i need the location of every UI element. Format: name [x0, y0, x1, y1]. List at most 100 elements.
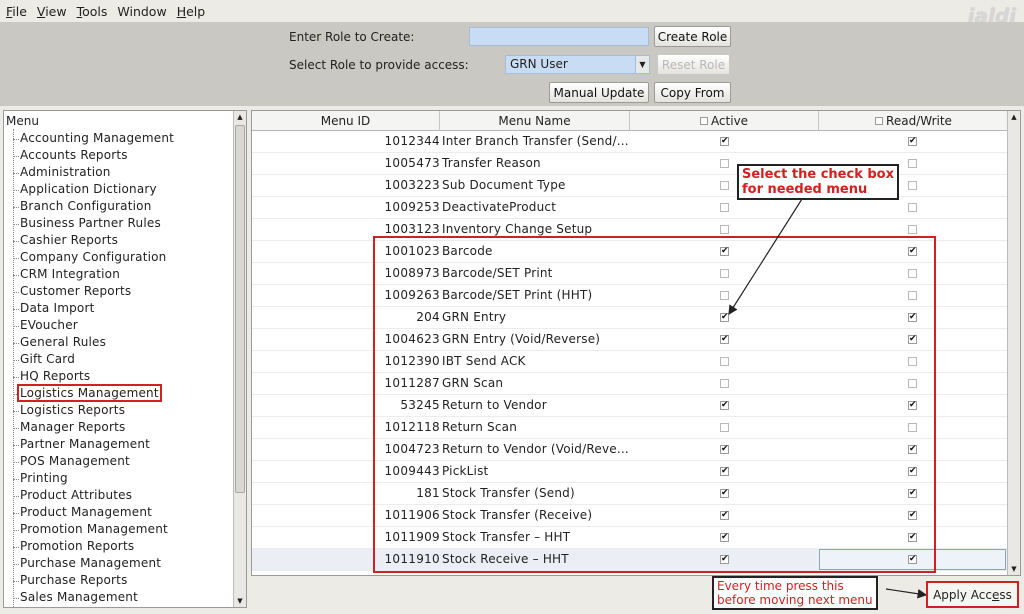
tree-connector — [13, 156, 19, 157]
manual-update-button[interactable]: Manual Update — [549, 82, 649, 103]
menu-name-cell: Inter Branch Transfer (Send/... — [442, 134, 629, 148]
menu-tree-panel: Menu Accounting Management Accounts Repor… — [3, 110, 247, 608]
role-select[interactable]: GRN User ▼ — [505, 55, 650, 74]
tree-connector — [13, 564, 19, 565]
read-write-header-label: Read/Write — [886, 114, 952, 128]
tree-connector — [13, 139, 19, 140]
tree-connector — [13, 309, 19, 310]
menu-tree-item[interactable]: Logistics Reports — [20, 403, 125, 417]
tree-connector — [13, 411, 19, 412]
tree-connector — [13, 479, 19, 480]
active-checkbox[interactable] — [720, 203, 729, 212]
menu-tree-item[interactable]: Sales Management — [20, 590, 138, 604]
active-checkbox[interactable] — [720, 225, 729, 234]
scroll-up-icon[interactable]: ▲ — [1008, 111, 1020, 123]
callout-line: Every time press this — [717, 579, 844, 593]
menu-file[interactable]: File — [6, 4, 27, 19]
menu-tree-item[interactable]: Gift Card — [20, 352, 75, 366]
table-row[interactable]: 1009253 DeactivateProduct — [252, 197, 1008, 219]
menu-tree-item[interactable]: Manager Reports — [20, 420, 125, 434]
read-write-checkbox[interactable] — [908, 159, 917, 168]
menu-tree-item[interactable]: HQ Reports — [20, 369, 90, 383]
menu-tree-item[interactable]: Accounts Reports — [20, 148, 128, 162]
menu-tree-item[interactable]: CRM Integration — [20, 267, 120, 281]
tree-connector — [13, 462, 19, 463]
menu-tree-scrollbar[interactable]: ▲ ▼ — [233, 111, 246, 607]
menu-tree-item[interactable]: Product Management — [20, 505, 152, 519]
read-write-checkbox[interactable] — [908, 203, 917, 212]
active-select-all-checkbox[interactable] — [699, 117, 708, 125]
scroll-up-icon[interactable]: ▲ — [234, 111, 246, 123]
menu-window[interactable]: Window — [117, 4, 166, 19]
active-checkbox[interactable] — [720, 159, 729, 168]
menu-name-cell: Transfer Reason — [442, 156, 541, 170]
scroll-thumb[interactable] — [235, 125, 245, 493]
create-role-button[interactable]: Create Role — [654, 26, 731, 47]
tree-connector — [13, 190, 19, 191]
menu-tree-item[interactable]: Product Attributes — [20, 488, 132, 502]
read-write-checkbox[interactable] — [908, 225, 917, 234]
menu-id-header[interactable]: Menu ID — [252, 111, 440, 131]
apply-access-label-mnemonic: e — [991, 587, 1000, 602]
menu-tree-item[interactable]: Application Dictionary — [20, 182, 157, 196]
menu-tree-item[interactable]: Purchase Management — [20, 556, 161, 570]
tree-connector — [13, 360, 19, 361]
menu-id-cell: 1005473 — [384, 156, 440, 170]
active-checkbox[interactable] — [720, 181, 729, 190]
table-scrollbar-track[interactable]: ▲ ▼ — [1007, 111, 1020, 575]
menu-tree-root[interactable]: Menu — [6, 114, 39, 128]
menu-tree-item[interactable]: Purchase Reports — [20, 573, 128, 587]
tree-connector — [13, 326, 19, 327]
menu-tree-item[interactable]: General Rules — [20, 335, 106, 349]
tree-connector — [13, 530, 19, 531]
menu-tree-item[interactable]: Partner Management — [20, 437, 150, 451]
enter-role-label: Enter Role to Create: — [289, 30, 415, 44]
tree-connector — [13, 207, 19, 208]
menu-tree-item[interactable]: Business Partner Rules — [20, 216, 161, 230]
read-write-select-all-checkbox[interactable] — [875, 117, 884, 125]
menu-tree-item[interactable]: Cashier Reports — [20, 233, 118, 247]
tree-connector — [13, 428, 19, 429]
menu-view[interactable]: View — [37, 4, 67, 19]
menu-help[interactable]: Help — [177, 4, 206, 19]
menu-tree-item[interactable]: Company Configuration — [20, 250, 166, 264]
menu-name-header[interactable]: Menu Name — [440, 111, 630, 131]
menu-name-cell: DeactivateProduct — [442, 200, 557, 214]
table-row[interactable]: 1012344 Inter Branch Transfer (Send/... ✔ ✔ — [252, 131, 1008, 153]
menu-tree-item[interactable]: Branch Configuration — [20, 199, 152, 213]
menu-tree-item[interactable]: Administration — [20, 165, 111, 179]
copy-from-button[interactable]: Copy From — [654, 82, 731, 103]
table-header: Menu ID Menu Name Active Read/Write — [252, 111, 1008, 131]
read-write-checkbox[interactable]: ✔ — [908, 137, 917, 146]
menu-tools[interactable]: Tools — [77, 4, 108, 19]
read-write-header[interactable]: Read/Write — [819, 111, 1008, 131]
menu-tree-item[interactable]: POS Management — [20, 454, 130, 468]
active-header[interactable]: Active — [630, 111, 819, 131]
tree-connector — [13, 224, 19, 225]
role-name-input[interactable] — [469, 27, 649, 46]
menu-tree-item[interactable]: Promotion Management — [20, 522, 168, 536]
tree-connector — [13, 445, 19, 446]
table-scrollbar[interactable]: ▲ ▼ — [1007, 111, 1020, 575]
scroll-down-icon[interactable]: ▼ — [1008, 563, 1020, 575]
menu-tree-item[interactable]: EVoucher — [20, 318, 78, 332]
select-role-label: Select Role to provide access: — [289, 58, 469, 72]
read-write-checkbox[interactable] — [908, 181, 917, 190]
reset-role-button[interactable]: Reset Role — [657, 54, 730, 75]
active-checkbox[interactable]: ✔ — [720, 137, 729, 146]
menu-tree-item[interactable]: Logistics Management — [17, 384, 162, 402]
menu-tree-item[interactable]: Accounting Management — [20, 131, 174, 145]
chevron-down-icon[interactable]: ▼ — [635, 56, 649, 73]
tree-connector — [13, 343, 19, 344]
apply-access-button[interactable]: Apply Acc e ss — [926, 581, 1019, 608]
menu-selection-highlight — [373, 236, 936, 573]
menu-tree-item[interactable]: Printing — [20, 471, 68, 485]
scroll-down-icon[interactable]: ▼ — [234, 595, 246, 607]
callout-line: before moving next menu — [717, 593, 873, 607]
role-select-value: GRN User — [510, 57, 568, 71]
arrow-to-apply — [885, 588, 928, 599]
menu-tree-item[interactable]: Data Import — [20, 301, 95, 315]
tree-connector — [13, 129, 14, 607]
menu-tree-item[interactable]: Customer Reports — [20, 284, 131, 298]
menu-tree-item[interactable]: Promotion Reports — [20, 539, 134, 553]
